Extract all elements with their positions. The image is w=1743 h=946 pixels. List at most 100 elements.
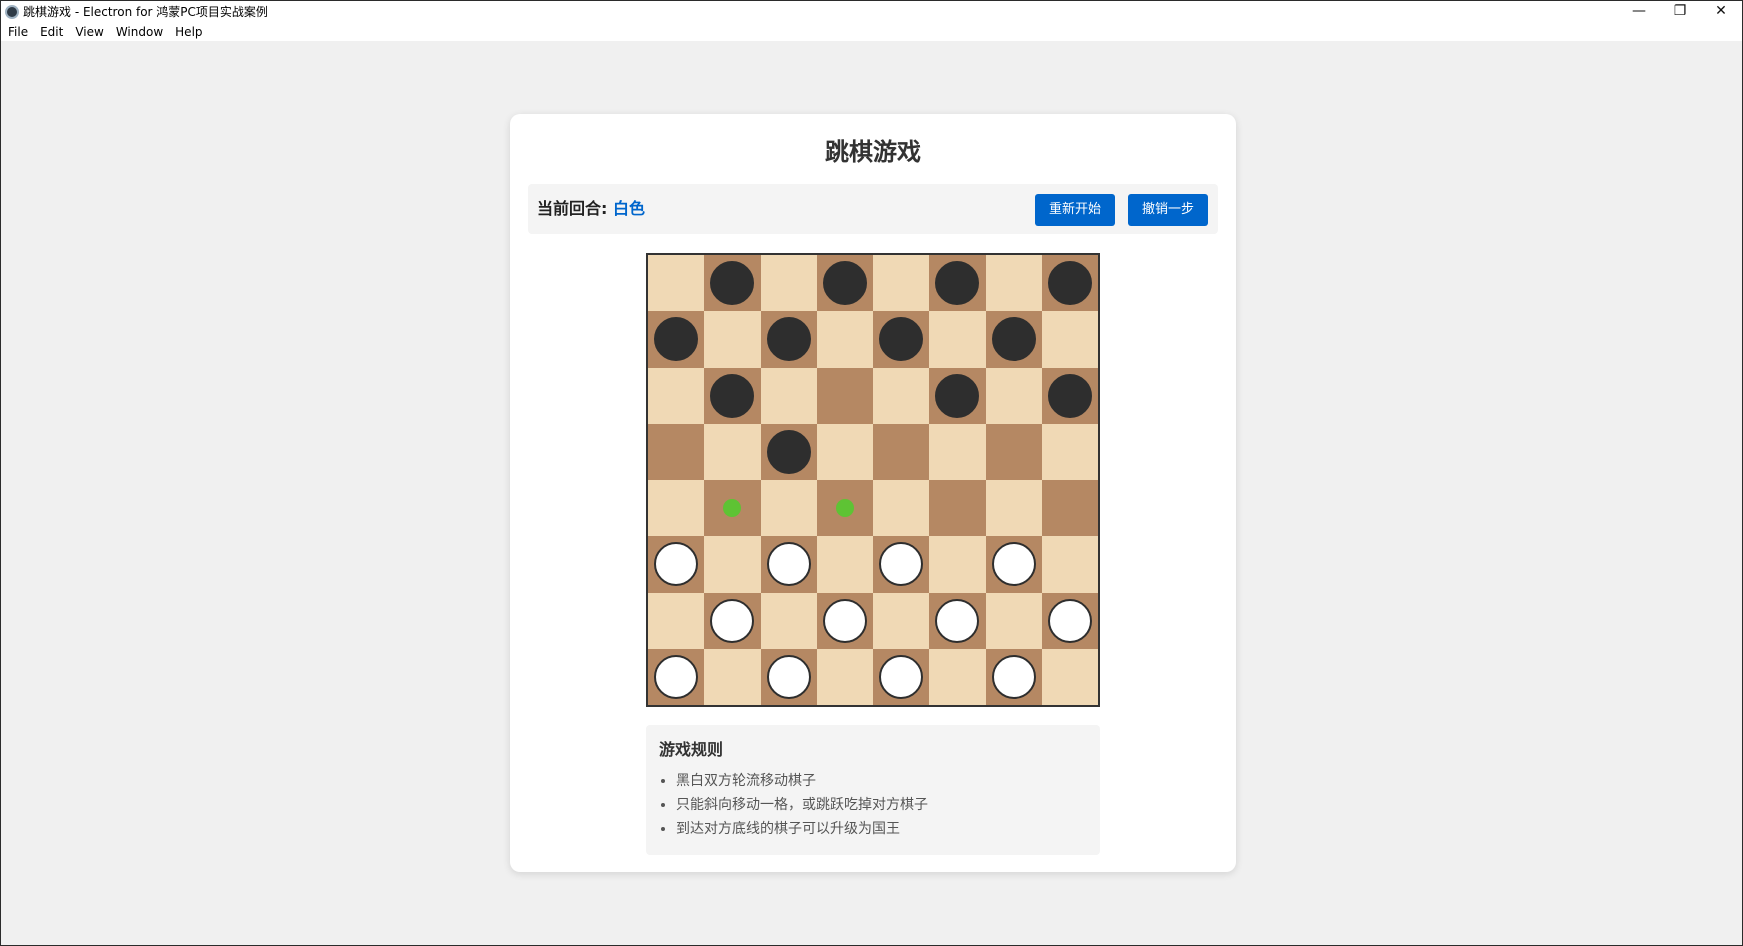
undo-button[interactable]: 撤销一步 [1128, 194, 1208, 226]
board-cell[interactable] [704, 423, 761, 480]
black-piece[interactable] [935, 373, 980, 418]
board-cell[interactable] [816, 367, 873, 424]
move-hint-dot[interactable] [835, 499, 854, 518]
board-cell[interactable] [648, 592, 705, 649]
black-piece[interactable] [710, 261, 755, 306]
white-piece[interactable] [710, 598, 755, 643]
board-cell[interactable] [816, 648, 873, 705]
black-piece[interactable] [654, 317, 699, 362]
board-cell[interactable] [816, 423, 873, 480]
board-cell[interactable] [760, 423, 817, 480]
menu-window[interactable]: Window [111, 23, 168, 41]
board-cell[interactable] [985, 592, 1042, 649]
board-cell[interactable] [1041, 423, 1098, 480]
white-piece[interactable] [935, 598, 980, 643]
board-cell[interactable] [816, 536, 873, 593]
board-cell[interactable] [985, 480, 1042, 537]
board-cell[interactable] [648, 423, 705, 480]
board-cell[interactable] [760, 648, 817, 705]
board-cell[interactable] [704, 311, 761, 368]
board-cell[interactable] [760, 480, 817, 537]
white-piece[interactable] [766, 542, 811, 587]
board-cell[interactable] [816, 311, 873, 368]
board-cell[interactable] [985, 648, 1042, 705]
board-cell[interactable] [648, 367, 705, 424]
board-cell[interactable] [985, 536, 1042, 593]
black-piece[interactable] [1047, 373, 1092, 418]
board-cell[interactable] [816, 592, 873, 649]
board-cell[interactable] [816, 255, 873, 312]
board-cell[interactable] [929, 367, 986, 424]
board-cell[interactable] [873, 480, 930, 537]
board-cell[interactable] [648, 648, 705, 705]
board-cell[interactable] [760, 311, 817, 368]
board-cell[interactable] [1041, 480, 1098, 537]
board-cell[interactable] [873, 255, 930, 312]
board-cell[interactable] [704, 480, 761, 537]
white-piece[interactable] [879, 654, 924, 699]
board-cell[interactable] [760, 592, 817, 649]
board-cell[interactable] [929, 536, 986, 593]
white-piece[interactable] [991, 654, 1036, 699]
restore-icon[interactable]: ❐ [1660, 1, 1700, 23]
black-piece[interactable] [710, 373, 755, 418]
black-piece[interactable] [991, 317, 1036, 362]
board-cell[interactable] [985, 367, 1042, 424]
board-cell[interactable] [1041, 255, 1098, 312]
board-cell[interactable] [1041, 311, 1098, 368]
board-cell[interactable] [760, 255, 817, 312]
black-piece[interactable] [822, 261, 867, 306]
move-hint-dot[interactable] [723, 499, 742, 518]
white-piece[interactable] [822, 598, 867, 643]
board-cell[interactable] [985, 255, 1042, 312]
board-cell[interactable] [704, 255, 761, 312]
white-piece[interactable] [766, 654, 811, 699]
white-piece[interactable] [991, 542, 1036, 587]
board-cell[interactable] [873, 592, 930, 649]
board-cell[interactable] [648, 536, 705, 593]
board-cell[interactable] [648, 480, 705, 537]
board-cell[interactable] [985, 311, 1042, 368]
white-piece[interactable] [1047, 598, 1092, 643]
board-cell[interactable] [1041, 536, 1098, 593]
board-cell[interactable] [873, 367, 930, 424]
board-cell[interactable] [816, 480, 873, 537]
black-piece[interactable] [1047, 261, 1092, 306]
board-cell[interactable] [1041, 367, 1098, 424]
board-cell[interactable] [1041, 648, 1098, 705]
board-cell[interactable] [929, 311, 986, 368]
board-cell[interactable] [704, 367, 761, 424]
board-cell[interactable] [873, 311, 930, 368]
black-piece[interactable] [879, 317, 924, 362]
title-bar[interactable]: 跳棋游戏 - Electron for 鸿蒙PC项目实战案例 — ❐ ✕ [1, 1, 1742, 23]
board-cell[interactable] [929, 480, 986, 537]
menu-view[interactable]: View [70, 23, 108, 41]
board-cell[interactable] [929, 648, 986, 705]
board-cell[interactable] [873, 648, 930, 705]
board-cell[interactable] [929, 592, 986, 649]
restart-button[interactable]: 重新开始 [1035, 194, 1115, 226]
black-piece[interactable] [766, 429, 811, 474]
board-cell[interactable] [704, 592, 761, 649]
white-piece[interactable] [654, 542, 699, 587]
board-cell[interactable] [929, 423, 986, 480]
board-cell[interactable] [704, 648, 761, 705]
board-cell[interactable] [648, 255, 705, 312]
board-cell[interactable] [760, 536, 817, 593]
black-piece[interactable] [935, 261, 980, 306]
minimize-icon[interactable]: — [1619, 1, 1659, 23]
black-piece[interactable] [766, 317, 811, 362]
white-piece[interactable] [879, 542, 924, 587]
board-cell[interactable] [704, 536, 761, 593]
board-cell[interactable] [929, 255, 986, 312]
menu-file[interactable]: File [3, 23, 33, 41]
menu-edit[interactable]: Edit [35, 23, 68, 41]
close-icon[interactable]: ✕ [1701, 1, 1741, 23]
board-cell[interactable] [760, 367, 817, 424]
board-cell[interactable] [985, 423, 1042, 480]
board-cell[interactable] [1041, 592, 1098, 649]
white-piece[interactable] [654, 654, 699, 699]
board-cell[interactable] [873, 536, 930, 593]
board-cell[interactable] [648, 311, 705, 368]
menu-help[interactable]: Help [170, 23, 207, 41]
